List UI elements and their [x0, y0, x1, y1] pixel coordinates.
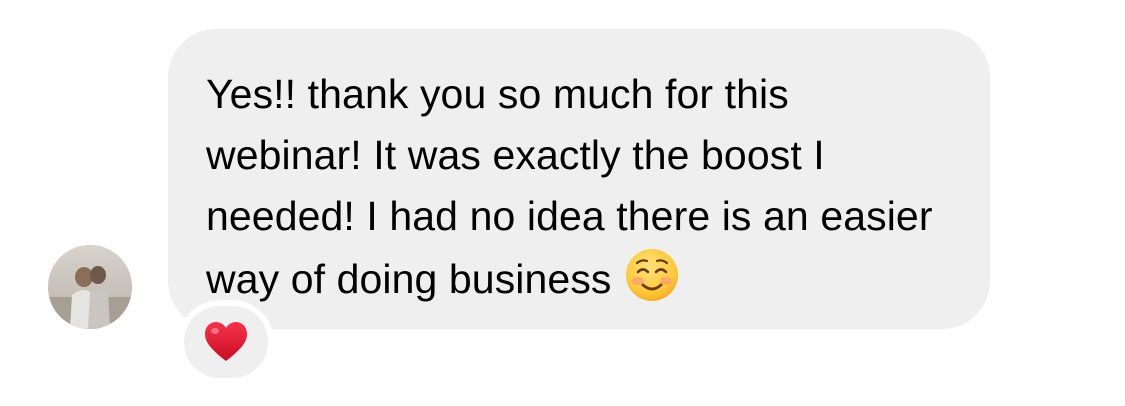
message-text: Yes!! thank you so much for this webinar… [206, 64, 950, 310]
reaction-badge[interactable] [178, 300, 274, 384]
sender-avatar[interactable] [48, 245, 132, 329]
smiling-face-emoji-icon [624, 247, 680, 303]
message-bubble[interactable]: Yes!! thank you so much for this webinar… [168, 29, 990, 329]
red-heart-icon [205, 322, 247, 361]
message-body: Yes!! thank you so much for this webinar… [206, 71, 933, 302]
avatar-photo-icon [48, 245, 132, 329]
